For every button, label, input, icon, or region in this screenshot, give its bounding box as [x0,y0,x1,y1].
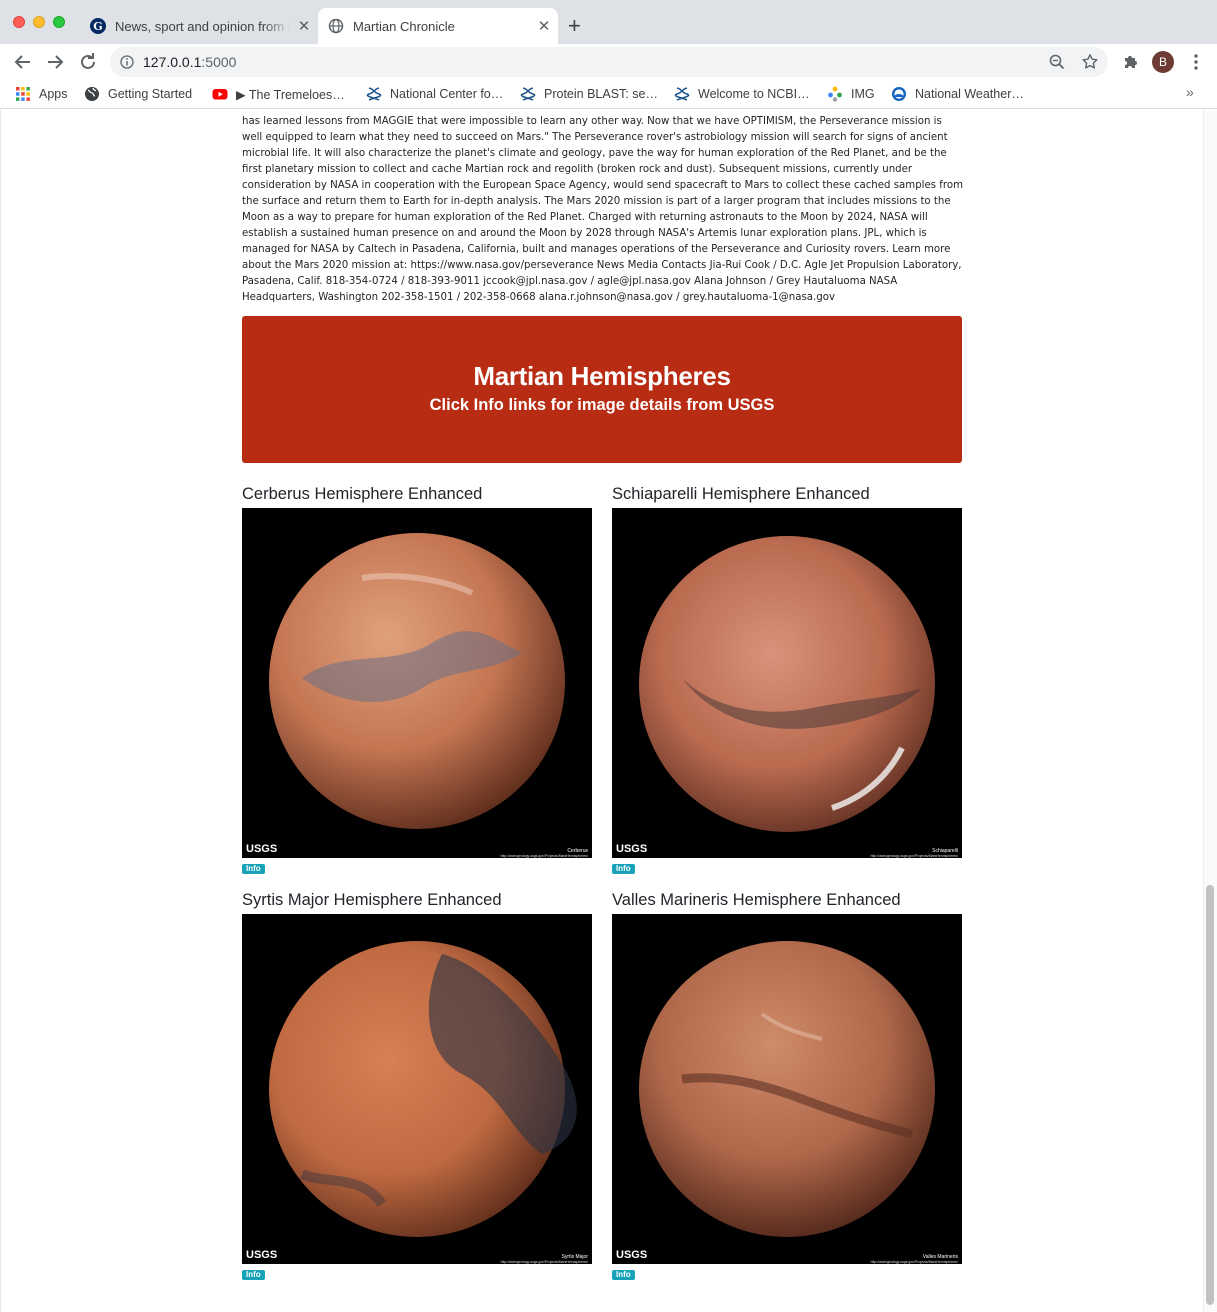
usgs-logo: USGS [616,843,647,855]
hemisphere-title: Schiaparelli Hemisphere Enhanced [612,485,870,503]
browser-titlebar: G News, sport and opinion from the Guard… [0,0,1217,44]
hemisphere-card-cerberus: Cerberus Hemisphere Enhanced USGS Cerber… [242,483,592,876]
tab-close-icon[interactable]: ✕ [530,17,558,35]
tab-close-icon[interactable]: ✕ [290,17,318,35]
url-text: 127.0.0.1:5000 [143,54,236,70]
valles-marineris-hemisphere-image: USGS Valles Marineris http://astrogeolog… [612,914,962,1264]
minimize-window-button[interactable] [33,16,45,28]
hemisphere-card-valles-marineris: Valles Marineris Hemisphere Enhanced USG… [612,889,962,1282]
address-bar[interactable]: 127.0.0.1:5000 [110,47,1108,77]
jumbotron-subtitle: Click Info links for image details from … [429,396,775,414]
image-source-url: http://astrogeology.usgs.gov/Projects/Ma… [871,1260,959,1264]
jumbotron-title: Martian Hemispheres [473,361,731,391]
info-link-badge[interactable]: Info [242,1270,265,1280]
info-link-badge[interactable]: Info [242,864,265,874]
bookmark-label: ▶ The Tremeloes… [236,87,345,102]
hemisphere-card-schiaparelli: Schiaparelli Hemisphere Enhanced USGS Sc… [612,483,962,876]
tab-title: Martian Chronicle [353,18,455,34]
bookmark-getting-started[interactable]: Getting Started [84,84,192,104]
tab-guardian[interactable]: G News, sport and opinion from the Guard… [80,8,318,44]
ncbi-helix-icon [674,87,690,101]
bookmarks-overflow-chevron-icon[interactable]: » [1186,84,1194,100]
page-edge-divider [0,110,1,1312]
forward-arrow-icon[interactable] [43,50,67,74]
bookmark-star-icon[interactable] [1081,53,1099,71]
schiaparelli-hemisphere-image: USGS Schiaparelli http://astrogeology.us… [612,508,962,858]
hemispheres-jumbotron: Martian Hemispheres Click Info links for… [242,316,962,463]
bookmark-img[interactable]: IMG [827,84,875,104]
bookmark-label: National Center fo… [390,87,504,101]
bookmark-label: Getting Started [108,87,193,101]
image-source-url: http://astrogeology.usgs.gov/Projects/Ma… [501,854,589,858]
bookmark-label: Protein BLAST: se… [544,87,658,101]
kebab-menu-icon[interactable] [1186,52,1206,72]
browser-toolbar: 127.0.0.1:5000 B [0,44,1217,79]
apps-grid-icon [16,87,30,101]
bookmark-label: Apps [39,87,68,101]
noaa-icon [892,87,906,101]
maximize-window-button[interactable] [53,16,65,28]
syrtis-major-hemisphere-image: USGS Syrtis Major http://astrogeology.us… [242,914,592,1264]
info-link-badge[interactable]: Info [612,1270,635,1280]
globe-icon [85,87,99,101]
img-dots-icon [828,86,842,102]
bookmark-national-weather[interactable]: National Weather… [891,84,1024,104]
bookmark-tremeloes[interactable]: ▶ The Tremeloes… [212,84,345,104]
tab-martian-chronicle[interactable]: Martian Chronicle ✕ [318,8,558,44]
back-arrow-icon[interactable] [11,50,35,74]
url-host: 127.0.0.1 [143,54,202,70]
tab-title: News, sport and opinion from the Guardia… [115,18,290,34]
close-window-button[interactable] [13,16,25,28]
page-viewport: has learned lessons from MAGGIE that wer… [0,110,1217,1312]
bookmark-protein-blast[interactable]: Protein BLAST: se… [520,84,658,104]
usgs-logo: USGS [246,843,277,855]
bookmark-label: National Weather… [915,87,1024,101]
bookmark-label: Welcome to NCBI… [698,87,810,101]
usgs-logo: USGS [246,1249,277,1261]
ncbi-helix-icon [366,87,382,101]
article-body: has learned lessons from MAGGIE that wer… [242,116,964,303]
guardian-icon: G [90,18,106,34]
bookmarks-bar: Apps Getting Started ▶ The Tremeloes… Na… [0,79,1217,109]
svg-text:G: G [93,20,102,33]
page-scrollbar-thumb[interactable] [1206,885,1214,1305]
image-source-url: http://astrogeology.usgs.gov/Projects/Ma… [871,854,959,858]
youtube-icon [212,89,228,100]
url-port: :5000 [201,54,237,70]
bookmark-ncbi[interactable]: National Center fo… [366,84,503,104]
site-info-icon[interactable] [120,55,134,69]
image-source-url: http://astrogeology.usgs.gov/Projects/Ma… [501,1260,589,1264]
hemisphere-title: Valles Marineris Hemisphere Enhanced [612,891,901,909]
extensions-puzzle-icon[interactable] [1121,52,1141,72]
info-link-badge[interactable]: Info [612,864,635,874]
hemisphere-title: Cerberus Hemisphere Enhanced [242,485,483,503]
zoom-icon[interactable] [1048,53,1066,71]
usgs-logo: USGS [616,1249,647,1261]
ncbi-helix-icon [520,87,536,101]
bookmark-apps[interactable]: Apps [15,84,68,104]
hemisphere-card-syrtis-major: Syrtis Major Hemisphere Enhanced USGS Sy… [242,889,592,1282]
bookmark-welcome-ncbi[interactable]: Welcome to NCBI… [674,84,810,104]
cerberus-hemisphere-image: USGS Cerberus http://astrogeology.usgs.g… [242,508,592,858]
profile-avatar[interactable]: B [1152,51,1174,73]
new-tab-icon[interactable]: + [568,12,581,40]
globe-icon [328,18,344,34]
bookmark-label: IMG [851,87,875,101]
reload-icon[interactable] [76,50,100,74]
hemisphere-title: Syrtis Major Hemisphere Enhanced [242,891,502,909]
